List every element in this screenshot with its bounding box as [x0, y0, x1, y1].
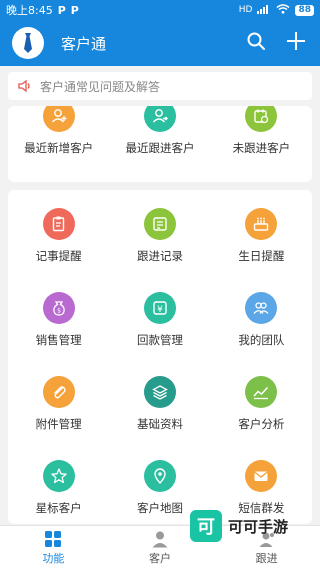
item-label: 销售管理 [35, 333, 82, 347]
birthday-reminder[interactable]: 生日提醒 [211, 208, 312, 264]
tab-label: 跟进 [255, 551, 278, 565]
tab-label: 功能 [42, 551, 65, 565]
tie-icon [24, 33, 32, 53]
starred-customers[interactable]: 星标客户 [8, 460, 109, 516]
layers-icon [143, 376, 176, 408]
calendar-clock-icon [245, 106, 278, 132]
grid-icon [45, 530, 62, 547]
search-icon[interactable] [246, 31, 266, 55]
battery-icon: 88 [295, 4, 314, 16]
memo-reminder[interactable]: 记事提醒 [8, 208, 109, 264]
basic-data[interactable]: 基础资料 [109, 376, 210, 432]
svg-text:$: $ [57, 308, 61, 315]
app-logo [12, 27, 44, 59]
item-label: 星标客户 [35, 501, 82, 515]
add-icon[interactable] [286, 31, 306, 55]
item-label: 我的团队 [238, 333, 285, 347]
item-label: 最近跟进客户 [125, 141, 195, 155]
wifi-icon [276, 3, 290, 17]
status-bar: 晚上8:45 P P HD 88 [0, 0, 320, 20]
not-followed-customers[interactable]: 未跟进客户 [211, 106, 312, 156]
map-pin-icon [143, 460, 176, 492]
status-time: 晚上8:45 [6, 4, 53, 17]
follow-up-records[interactable]: 跟进记录 [109, 208, 210, 264]
page-title: 客户通 [61, 34, 107, 53]
item-label: 记事提醒 [35, 249, 82, 263]
my-team[interactable]: 我的团队 [211, 292, 312, 348]
signal-label: HD [238, 5, 253, 15]
item-label: 回款管理 [136, 333, 183, 347]
chart-icon [245, 376, 278, 408]
notification-p-icon: P [57, 3, 66, 17]
star-icon [42, 460, 75, 492]
item-label: 最近新增客户 [24, 141, 94, 155]
notice-text: 客户通常见问题及解答 [40, 79, 161, 94]
payment-management[interactable]: ¥ 回款管理 [109, 292, 210, 348]
item-label: 生日提醒 [238, 249, 285, 263]
person-add-icon [42, 106, 75, 132]
clipboard-icon [42, 208, 75, 240]
cake-icon [245, 208, 278, 240]
person-icon [152, 531, 168, 547]
item-label: 客户地图 [136, 501, 183, 515]
recent-followed-customers[interactable]: 最近跟进客户 [109, 106, 210, 156]
function-grid-card: 记事提醒 跟进记录 生日提醒 $ 销售管理 ¥ 回款管理 我的团队 附件管理 基… [8, 190, 312, 524]
payment-icon: ¥ [143, 292, 176, 324]
faq-notice[interactable]: 客户通常见问题及解答 [8, 72, 312, 100]
team-icon [245, 292, 278, 324]
recent-customers-card: 最近新增客户 最近跟进客户 未跟进客户 [8, 106, 312, 182]
svg-text:¥: ¥ [157, 305, 163, 315]
item-label: 基础资料 [136, 417, 183, 431]
app-bar: 客户通 [0, 20, 320, 66]
item-label: 跟进记录 [136, 249, 183, 263]
notification-p-icon-2: P [70, 3, 79, 17]
record-icon [143, 208, 176, 240]
attachment-management[interactable]: 附件管理 [8, 376, 109, 432]
person-follow-icon [143, 106, 176, 132]
item-label: 附件管理 [35, 417, 82, 431]
recent-new-customers[interactable]: 最近新增客户 [8, 106, 109, 156]
watermark-logo: 可 可可手游 [190, 508, 310, 544]
speaker-icon [18, 77, 32, 96]
item-label: 未跟进客户 [232, 141, 291, 155]
sales-management[interactable]: $ 销售管理 [8, 292, 109, 348]
signal-icon [257, 4, 271, 17]
watermark-mark: 可 [190, 510, 222, 542]
tab-functions[interactable]: 功能 [0, 526, 107, 569]
customer-analysis[interactable]: 客户分析 [211, 376, 312, 432]
envelope-icon [245, 460, 278, 492]
money-bag-icon: $ [42, 292, 75, 324]
paperclip-icon [42, 376, 75, 408]
item-label: 客户分析 [238, 417, 285, 431]
tab-label: 客户 [149, 551, 171, 565]
watermark-text: 可可手游 [228, 517, 289, 536]
